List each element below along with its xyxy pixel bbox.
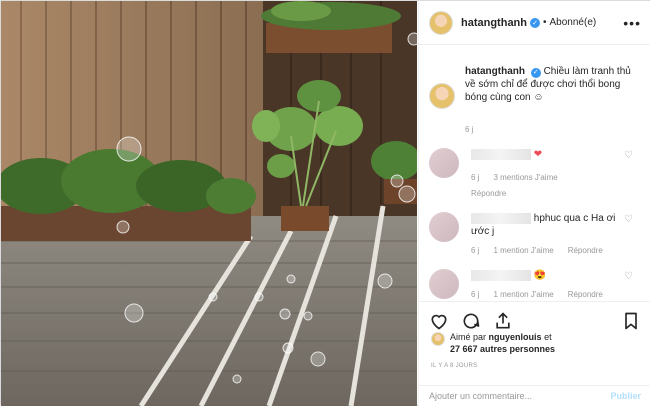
comment-body: 😍 6 j 1 mention J'aime Répondre — [471, 269, 621, 301]
reply-button[interactable]: Répondre — [568, 244, 603, 257]
add-comment-bar: Ajouter un commentaire... Publier — [419, 385, 650, 406]
author-avatar[interactable] — [429, 10, 453, 35]
comment-bubble-icon[interactable] — [461, 311, 481, 331]
separator-dot: • — [543, 17, 547, 28]
reply-button[interactable]: Répondre — [568, 288, 603, 301]
likes-prefix: Aimé par — [450, 332, 487, 342]
liker-username[interactable]: nguyenlouis — [489, 332, 542, 342]
instagram-post: hatangthanh ✓ • Abonné(e) ••• hatangthan… — [0, 0, 650, 406]
verified-badge-icon: ✓ — [530, 17, 540, 28]
redacted-username[interactable] — [471, 148, 531, 160]
likes-count-link[interactable]: 27 667 autres personnes — [450, 344, 555, 354]
comment-meta: 6 j 1 mention J'aime Répondre — [471, 288, 621, 301]
commenter-avatar[interactable] — [429, 269, 459, 299]
caption-username[interactable]: hatangthanh — [465, 66, 525, 77]
more-options-icon[interactable]: ••• — [623, 15, 641, 31]
post-timestamp[interactable]: IL Y A 8 JOURS — [431, 363, 477, 369]
bookmark-save-icon[interactable] — [621, 311, 641, 331]
comment-likes[interactable]: 1 mention J'aime — [493, 244, 553, 257]
like-comment-icon[interactable]: ♡ — [624, 150, 633, 161]
comment-likes[interactable]: 3 mentions J'aime — [493, 171, 557, 184]
liker-avatar[interactable] — [431, 332, 445, 346]
like-heart-icon[interactable] — [429, 311, 449, 331]
like-comment-icon[interactable]: ♡ — [624, 214, 633, 225]
caption-age: 6 j — [465, 125, 474, 134]
publish-button[interactable]: Publier — [610, 391, 641, 401]
share-icon[interactable] — [493, 311, 513, 331]
likes-connector: et — [544, 332, 552, 342]
post-sidebar: hatangthanh ✓ • Abonné(e) ••• hatangthan… — [418, 1, 650, 406]
likes-text: Aimé par nguyenlouis et 27 667 autres pe… — [450, 331, 555, 355]
comment-age: 6 j — [471, 173, 480, 182]
comment-body: hphuc qua c Ha ơi ước j 6 j 1 mention J'… — [471, 212, 621, 257]
post-photo[interactable] — [1, 1, 417, 406]
comment-text: ❤ — [533, 149, 543, 160]
comment-meta: 6 j 1 mention J'aime Répondre — [471, 244, 621, 257]
comment-age: 6 j — [471, 246, 480, 255]
comment-age: 6 j — [471, 290, 480, 299]
commenter-avatar[interactable] — [429, 212, 459, 242]
comment-body: ❤ 6 j 3 mentions J'aime Répondre — [471, 148, 621, 200]
likes-summary: Aimé par nguyenlouis et 27 667 autres pe… — [431, 331, 555, 355]
post-header: hatangthanh ✓ • Abonné(e) ••• — [419, 1, 650, 45]
redacted-username[interactable] — [471, 212, 531, 224]
comments-list[interactable]: hatangthanh ✓ Chiều làm tranh thủ về sớm… — [419, 61, 650, 301]
commenter-avatar[interactable] — [429, 148, 459, 178]
redacted-username[interactable] — [471, 269, 531, 281]
caption-text-block: hatangthanh ✓ Chiều làm tranh thủ về sớm… — [465, 65, 635, 109]
reply-button[interactable]: Répondre — [471, 187, 621, 200]
caption-avatar[interactable] — [429, 83, 455, 109]
comment-likes[interactable]: 1 mention J'aime — [493, 288, 553, 301]
comment-meta: 6 j 3 mentions J'aime — [471, 171, 621, 184]
verified-badge-icon: ✓ — [530, 67, 541, 78]
add-comment-input[interactable]: Ajouter un commentaire... — [429, 391, 532, 401]
garden-photo-illustration — [1, 1, 417, 406]
comment-item: hphuc qua c Ha ơi ước j 6 j 1 mention J'… — [419, 212, 650, 257]
comment-text: 😍 — [533, 270, 547, 281]
comment-item: ❤ 6 j 3 mentions J'aime Répondre ♡ — [419, 148, 650, 200]
follow-status-button[interactable]: Abonné(e) — [550, 17, 597, 28]
author-username[interactable]: hatangthanh — [461, 17, 527, 29]
comment-item: 😍 6 j 1 mention J'aime Répondre ♡ — [419, 269, 650, 301]
caption: hatangthanh ✓ Chiều làm tranh thủ về sớm… — [419, 61, 650, 109]
like-comment-icon[interactable]: ♡ — [624, 271, 633, 282]
